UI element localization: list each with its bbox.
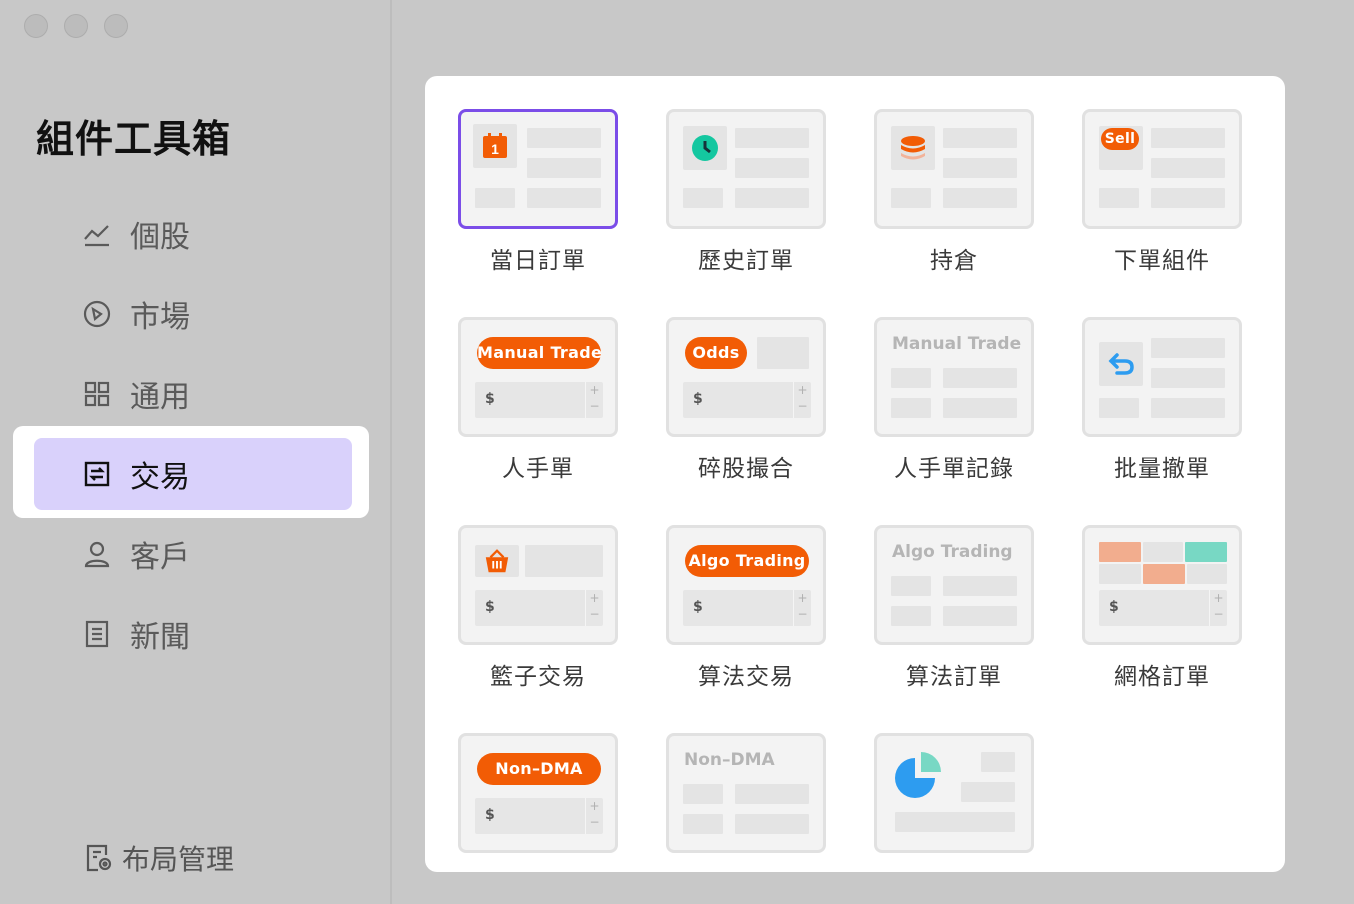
widget-preview: [874, 109, 1034, 229]
widget-label: 批量撤單: [1114, 456, 1210, 482]
sidebar-item-trading[interactable]: 交易: [34, 438, 352, 510]
price-input-preview: $ + −: [1099, 590, 1227, 626]
widget-preview: $ + −: [458, 525, 618, 645]
sell-badge-box: Sell: [1099, 126, 1143, 170]
basket-icon: [475, 545, 519, 577]
trade-icon: [84, 461, 110, 487]
widget-label: 持倉: [930, 248, 978, 274]
non-dma-badge: Non–DMA: [477, 753, 601, 785]
zoom-window-button[interactable]: [104, 14, 128, 38]
clock-icon: [683, 126, 727, 170]
sell-badge: Sell: [1101, 128, 1139, 150]
news-icon: [85, 620, 109, 648]
ghost-title: Non–DMA: [684, 750, 775, 770]
widget-label: 算法訂單: [906, 664, 1002, 690]
widget-label: 歷史訂單: [698, 248, 794, 274]
sidebar-item-market[interactable]: 市場: [82, 294, 190, 335]
widget-preview: Non–DMA: [666, 733, 826, 853]
widget-label: 算法交易: [698, 664, 794, 690]
widget-label: 人手單記錄: [894, 456, 1014, 482]
widget-preview: [666, 109, 826, 229]
widget-label: 碎股撮合: [698, 456, 794, 482]
odds-badge: Odds: [685, 337, 747, 369]
widget-label: 籃子交易: [490, 664, 586, 690]
svg-text:1: 1: [491, 141, 499, 157]
widget-preview: Odds $ + −: [666, 317, 826, 437]
window-controls: [24, 14, 128, 38]
widget-preview: Sell: [1082, 109, 1242, 229]
price-input-preview: $ + −: [683, 382, 811, 418]
algo-trading-badge: Algo Trading: [685, 545, 809, 577]
ghost-title: Algo Trading: [892, 542, 1013, 562]
widget-label: 當日訂單: [490, 248, 586, 274]
minimize-window-button[interactable]: [64, 14, 88, 38]
sidebar-item-label: 個股: [130, 220, 190, 255]
layout-manager-label: 布局管理: [122, 843, 235, 876]
pie-chart-icon: [895, 752, 941, 798]
sidebar-item-label: 客戶: [130, 540, 190, 575]
price-input-preview: $ + −: [683, 590, 811, 626]
app-title: 組件工具箱: [36, 117, 232, 161]
price-input-preview: $ + −: [475, 382, 603, 418]
sidebar-item-general[interactable]: 通用: [82, 374, 190, 415]
compass-icon: [83, 300, 111, 328]
price-input-preview: $ + −: [475, 798, 603, 834]
widget-preview: Non–DMA $ + −: [458, 733, 618, 853]
calendar-icon: 1: [473, 124, 517, 168]
grid-icon: [84, 381, 110, 407]
chart-line-icon: [84, 225, 109, 247]
widget-preview: [874, 733, 1034, 853]
sidebar-item-stocks[interactable]: 個股: [82, 214, 190, 255]
widget-label: 人手單: [502, 456, 574, 482]
widget-preview: $ + −: [1082, 525, 1242, 645]
sidebar-item-label: 市場: [130, 300, 190, 335]
user-icon: [84, 541, 110, 568]
sidebar-item-clients[interactable]: 客戶: [82, 534, 190, 575]
price-input-preview: $ + −: [475, 590, 603, 626]
ghost-title: Manual Trade: [892, 334, 1022, 354]
widget-preview: 1: [458, 109, 618, 229]
widget-label: 網格訂單: [1114, 664, 1210, 690]
widget-preview: Manual Trade $ + −: [458, 317, 618, 437]
undo-icon: [1099, 342, 1143, 386]
widget-panel: 1 當日訂單 歷史訂單 持倉 Sell 下單組件 Manual Trade $ …: [425, 76, 1285, 872]
widget-preview: Manual Trade: [874, 317, 1034, 437]
close-window-button[interactable]: [24, 14, 48, 38]
manual-trade-badge: Manual Trade: [477, 337, 602, 369]
sidebar-item-label: 交易: [130, 460, 190, 495]
layout-manager-button[interactable]: 布局管理: [84, 838, 234, 878]
sidebar-item-label: 通用: [130, 380, 190, 415]
widget-label: 下單組件: [1114, 248, 1210, 274]
sidebar-item-news[interactable]: 新聞: [82, 614, 190, 655]
widget-preview: Algo Trading $ + −: [666, 525, 826, 645]
sidebar-item-label: 新聞: [130, 620, 190, 655]
widget-preview: [1082, 317, 1242, 437]
coin-stack-icon: [891, 126, 935, 170]
widget-preview: Algo Trading: [874, 525, 1034, 645]
layout-settings-icon: [86, 844, 112, 872]
